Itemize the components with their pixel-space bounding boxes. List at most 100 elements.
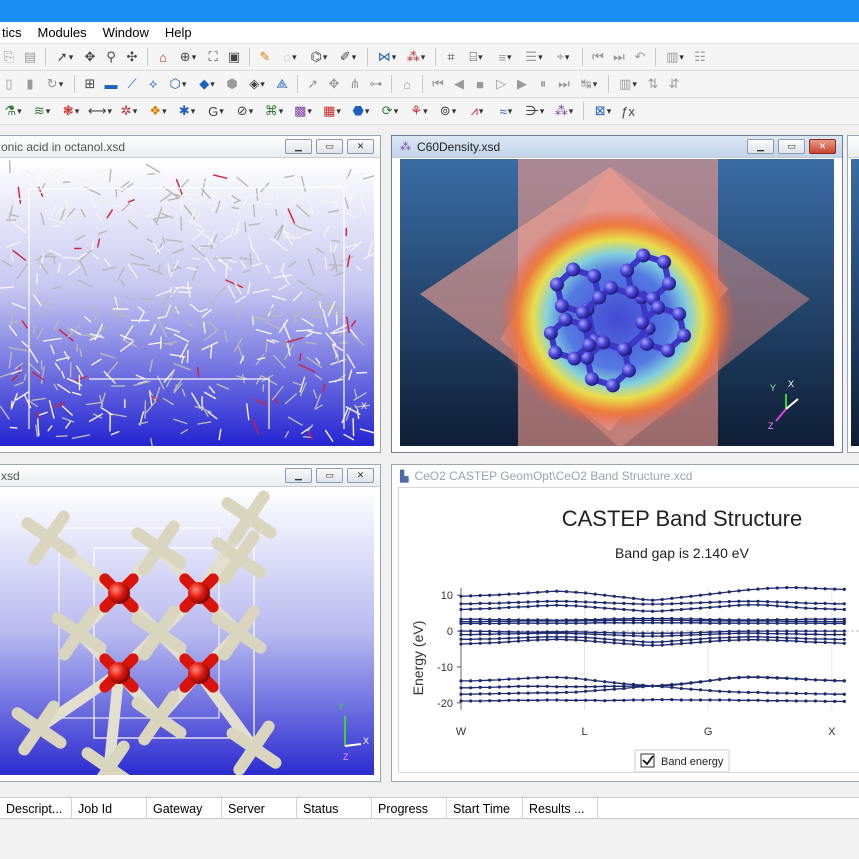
chart-legend[interactable]: Band energy: [634, 749, 730, 772]
sketch-ring-icon[interactable]: ◌: [277, 48, 303, 66]
module-morphology-icon[interactable]: ▦: [319, 102, 345, 120]
chart-viewport[interactable]: CASTEP Band Structure Band gap is 2.140 …: [398, 487, 859, 773]
color-by-icon[interactable]: ⬡: [165, 75, 191, 93]
nanostructure-icon[interactable]: ⌖: [550, 48, 576, 66]
last-frame-icon[interactable]: ⏭: [610, 48, 628, 66]
select-pointer-icon[interactable]: ➚: [52, 48, 78, 66]
window-c60-density[interactable]: ⁂ C60Density.xsd ▁ ▭ ✕ Y X Z: [391, 135, 843, 453]
sort-descending-icon[interactable]: ⇵: [665, 75, 683, 93]
module-gulp-icon[interactable]: G: [203, 102, 229, 120]
density-viewport[interactable]: Y X Z: [400, 159, 834, 446]
column-job-id[interactable]: Job Id: [72, 798, 147, 820]
column-start-time[interactable]: Start Time: [447, 798, 523, 820]
animation-play-icon[interactable]: ▷: [492, 75, 510, 93]
module-polymorph-icon[interactable]: ⬣: [348, 102, 374, 120]
history-icon[interactable]: ↻: [42, 75, 68, 93]
undo-icon[interactable]: ↶: [631, 48, 649, 66]
module-sorption-icon[interactable]: ⊚: [435, 102, 461, 120]
close-button[interactable]: ✕: [347, 139, 374, 154]
symmetry-icon[interactable]: ⌗: [442, 48, 460, 66]
home-disabled-icon[interactable]: ⌂: [398, 75, 416, 93]
surface-builder-icon[interactable]: ≡: [492, 48, 518, 66]
animation-next-icon[interactable]: ▶: [513, 75, 531, 93]
close-button[interactable]: ✕: [347, 468, 374, 483]
screenshot-icon[interactable]: ▣: [225, 48, 243, 66]
clean-structure-icon[interactable]: ⁂: [403, 48, 429, 66]
scripting-icon[interactable]: ⊠: [590, 102, 616, 120]
module-kinetix-icon[interactable]: ⌘: [261, 102, 287, 120]
column-description[interactable]: Descript...: [0, 798, 72, 820]
paste-icon[interactable]: ▤: [21, 48, 39, 66]
chart-columns-icon[interactable]: ▥: [615, 75, 641, 93]
animation-mode-icon[interactable]: ↹: [576, 75, 602, 93]
layer-builder-icon[interactable]: ☰: [521, 48, 547, 66]
module-synthia-icon[interactable]: ⩘: [464, 102, 490, 120]
home-view-icon[interactable]: ⌂: [154, 48, 172, 66]
molecule-viewport[interactable]: X: [0, 159, 374, 446]
column-status[interactable]: Status: [297, 798, 372, 820]
animation-prev-icon[interactable]: ◀: [450, 75, 468, 93]
display-style-icon[interactable]: ⟡: [144, 75, 162, 93]
menu-item-help[interactable]: Help: [157, 25, 200, 40]
copy-icon[interactable]: ⎘: [0, 48, 18, 66]
column-results[interactable]: Results ...: [523, 798, 598, 820]
module-blends-icon[interactable]: ❃: [58, 102, 84, 120]
field-display-icon[interactable]: ◈: [244, 75, 270, 93]
maximize-button[interactable]: ▭: [316, 468, 343, 483]
clipboard-icon[interactable]: ▥: [662, 48, 688, 66]
zoom-icon[interactable]: ⚲: [102, 48, 120, 66]
minimize-button[interactable]: ▁: [285, 468, 312, 483]
translate-icon[interactable]: ✣: [123, 48, 141, 66]
mesh-disabled-icon[interactable]: ⋔: [346, 75, 364, 93]
window-band-structure[interactable]: ▙ CeO2 CASTEP GeomOpt\CeO2 Band Structur…: [391, 464, 859, 782]
menu-item-modules[interactable]: Modules: [30, 25, 95, 40]
window-partial-right[interactable]: [847, 135, 859, 453]
module-forcite-icon[interactable]: ⊘: [232, 102, 258, 120]
window-ceo2-structure[interactable]: xsd ▁ ▭ ✕ Y X Z: [0, 464, 381, 782]
module-qsar-icon[interactable]: ⟳: [377, 102, 403, 120]
window-octanol[interactable]: onic acid in octanol.xsd ▁ ▭ ✕ X: [0, 135, 381, 453]
crystal-builder-icon[interactable]: ⌸: [463, 48, 489, 66]
measure-icon[interactable]: ⟋: [123, 75, 141, 93]
crystal-viewport[interactable]: Y X Z: [0, 488, 374, 775]
labels-icon[interactable]: ▬: [102, 75, 120, 93]
column-server[interactable]: Server: [222, 798, 297, 820]
close-button[interactable]: ✕: [809, 139, 836, 154]
module-amorphous-icon[interactable]: ≋: [29, 102, 55, 120]
pointer-disabled-icon[interactable]: ➚: [304, 75, 322, 93]
rotate-icon[interactable]: ✥: [81, 48, 99, 66]
new-document-icon[interactable]: ▯: [0, 75, 18, 93]
isosurface-icon[interactable]: ⬢: [223, 75, 241, 93]
module-qmera-icon[interactable]: ⁂: [551, 102, 577, 120]
module-reflex-icon[interactable]: ⚘: [406, 102, 432, 120]
maximize-button[interactable]: ▭: [316, 139, 343, 154]
animation-last-icon[interactable]: ⏭: [555, 75, 573, 93]
animation-stop-icon[interactable]: ■: [471, 75, 489, 93]
sketch-pencil-icon[interactable]: ✎: [256, 48, 274, 66]
module-adsorption-icon[interactable]: ⚗: [0, 102, 26, 120]
sort-ascending-icon[interactable]: ⇅: [644, 75, 662, 93]
module-dftb-icon[interactable]: ❖: [145, 102, 171, 120]
fit-screen-icon[interactable]: ⛶: [204, 48, 222, 66]
open-document-icon[interactable]: ▮: [21, 75, 39, 93]
module-conformers-icon[interactable]: ✲: [116, 102, 142, 120]
graph-icon[interactable]: ⟁: [273, 75, 291, 93]
move-disabled-icon[interactable]: ✥: [325, 75, 343, 93]
minimize-button[interactable]: ▁: [747, 139, 774, 154]
center-view-icon[interactable]: ⊕: [175, 48, 201, 66]
menu-item-statistics[interactable]: tics: [0, 25, 30, 40]
sketch-fragment-icon[interactable]: ⌬: [306, 48, 332, 66]
function-icon[interactable]: ƒx: [619, 102, 637, 120]
modify-element-icon[interactable]: ✐: [335, 48, 361, 66]
lattice-display-icon[interactable]: ◆: [194, 75, 220, 93]
calculate-bonds-icon[interactable]: ⋈: [374, 48, 400, 66]
module-dmol-icon[interactable]: ✱: [174, 102, 200, 120]
maximize-button[interactable]: ▭: [778, 139, 805, 154]
menu-item-window[interactable]: Window: [95, 25, 157, 40]
animation-pause-icon[interactable]: ⏸: [534, 75, 552, 93]
module-mesocite-icon[interactable]: ▩: [290, 102, 316, 120]
animation-first-icon[interactable]: ⏮: [429, 75, 447, 93]
column-gateway[interactable]: Gateway: [147, 798, 222, 820]
hierarchy-icon[interactable]: ⊞: [81, 75, 99, 93]
select-disabled-icon[interactable]: ⊶: [367, 75, 385, 93]
